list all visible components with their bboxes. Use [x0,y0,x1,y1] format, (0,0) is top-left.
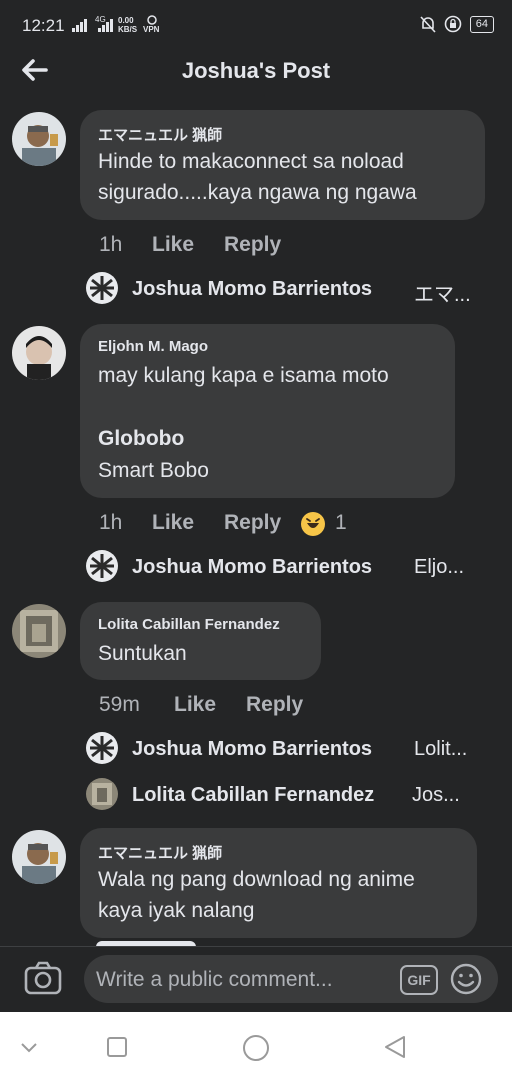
comment-text: may kulang kapa e isama moto [98,364,389,387]
mute-bell-icon [420,16,436,33]
comment-text: Globobo [98,427,185,450]
chevron-down-icon[interactable] [20,1042,38,1054]
comment-text: Suntukan [98,642,187,665]
comment-bubble[interactable]: Eljohn M. Mago may kulang kapa e isama m… [80,324,455,498]
comment-author[interactable]: Lolita Cabillan Fernandez [98,616,280,633]
page-title: Joshua's Post [181,58,331,83]
home-icon[interactable] [242,1034,270,1062]
comment-author[interactable]: エマニュエル 猟師 [98,842,222,863]
camera-icon[interactable] [24,961,62,995]
avatar[interactable] [12,112,66,166]
comment-bubble[interactable]: エマニュエル 猟師 Hinde to makaconnect sa noload… [80,110,485,220]
reply-button[interactable]: Reply [246,693,303,717]
battery-indicator: 64 [469,15,494,33]
comment-text: kaya iyak nalang [98,899,255,922]
reply-author[interactable]: Joshua Momo Barrientos [132,738,372,761]
status-time: 12:21 [22,16,65,35]
back-nav-icon[interactable] [382,1034,408,1060]
comment-author[interactable]: エマニュエル 猟師 [98,124,222,145]
avatar [86,732,118,764]
reaction-count: 1 [335,511,347,534]
vpn-label: VPN [143,25,160,34]
lock-rotation-icon [444,15,462,33]
signal-icon-2 [98,19,113,32]
comment-text: sigurado.....kaya ngawa ng ngawa [98,181,417,204]
reply-preview-row[interactable]: Joshua Momo Barrientos エマ... [86,272,486,306]
reply-author[interactable]: Joshua Momo Barrientos [132,556,372,579]
net-speed-value: 0.00 [118,16,134,25]
comment-text: Smart Bobo [98,459,209,482]
post-header: Joshua's Post [0,50,512,96]
avatar [86,550,118,582]
reply-preview-text: エマ... [414,284,471,306]
signal-icon [72,19,87,32]
comment-input[interactable] [94,963,398,997]
status-bar: 12:21 4G 0.00 KB/S VPN 64 [0,0,512,50]
comment-bubble[interactable]: Lolita Cabillan Fernandez Suntukan [80,602,321,680]
comment-input-field[interactable]: GIF [84,955,498,1003]
avatar[interactable] [12,830,66,884]
comment-text: Hinde to makaconnect sa noload [98,150,404,173]
reply-author[interactable]: Joshua Momo Barrientos [132,278,372,301]
vpn-key-icon [147,15,157,25]
like-button[interactable]: Like [174,693,216,717]
system-nav-bar [0,1012,512,1080]
emoji-icon[interactable] [450,963,482,995]
like-button[interactable]: Like [152,511,194,535]
haha-reaction-icon[interactable] [300,511,326,537]
avatar [86,778,118,810]
comment-actions: 1h Like Reply 1 [99,511,399,537]
avatar [86,272,118,304]
like-button[interactable]: Like [152,233,194,257]
comment-text: Wala ng pang download ng anime [98,868,415,891]
avatar[interactable] [12,604,66,658]
comment-composer: GIF [0,946,512,1013]
reply-button[interactable]: Reply [224,233,281,257]
comment-time: 1h [99,233,123,256]
comment-actions: 59m Like Reply [99,693,399,719]
comment-time: 59m [99,693,140,716]
comment-bubble[interactable]: エマニュエル 猟師 Wala ng pang download ng anime… [80,828,477,938]
net-speed-unit: KB/S [118,25,138,34]
comment-actions: 1h Like Reply [99,233,399,259]
reply-author[interactable]: Lolita Cabillan Fernandez [132,784,374,807]
comment-author[interactable]: Eljohn M. Mago [98,338,208,355]
reply-preview-text: Lolit... [414,738,468,760]
comment-time: 1h [99,511,123,534]
reply-preview-row[interactable]: Joshua Momo Barrientos Lolit... [86,732,486,766]
reply-preview-text: Jos... [412,784,460,806]
avatar[interactable] [12,326,66,380]
gif-button[interactable]: GIF [400,965,438,995]
reply-preview-row[interactable]: Lolita Cabillan Fernandez Jos... [86,778,486,812]
reply-preview-row[interactable]: Joshua Momo Barrientos Eljo... [86,550,486,584]
reply-preview-text: Eljo... [414,556,465,578]
reply-button[interactable]: Reply [224,511,281,535]
recent-apps-icon[interactable] [106,1036,128,1058]
